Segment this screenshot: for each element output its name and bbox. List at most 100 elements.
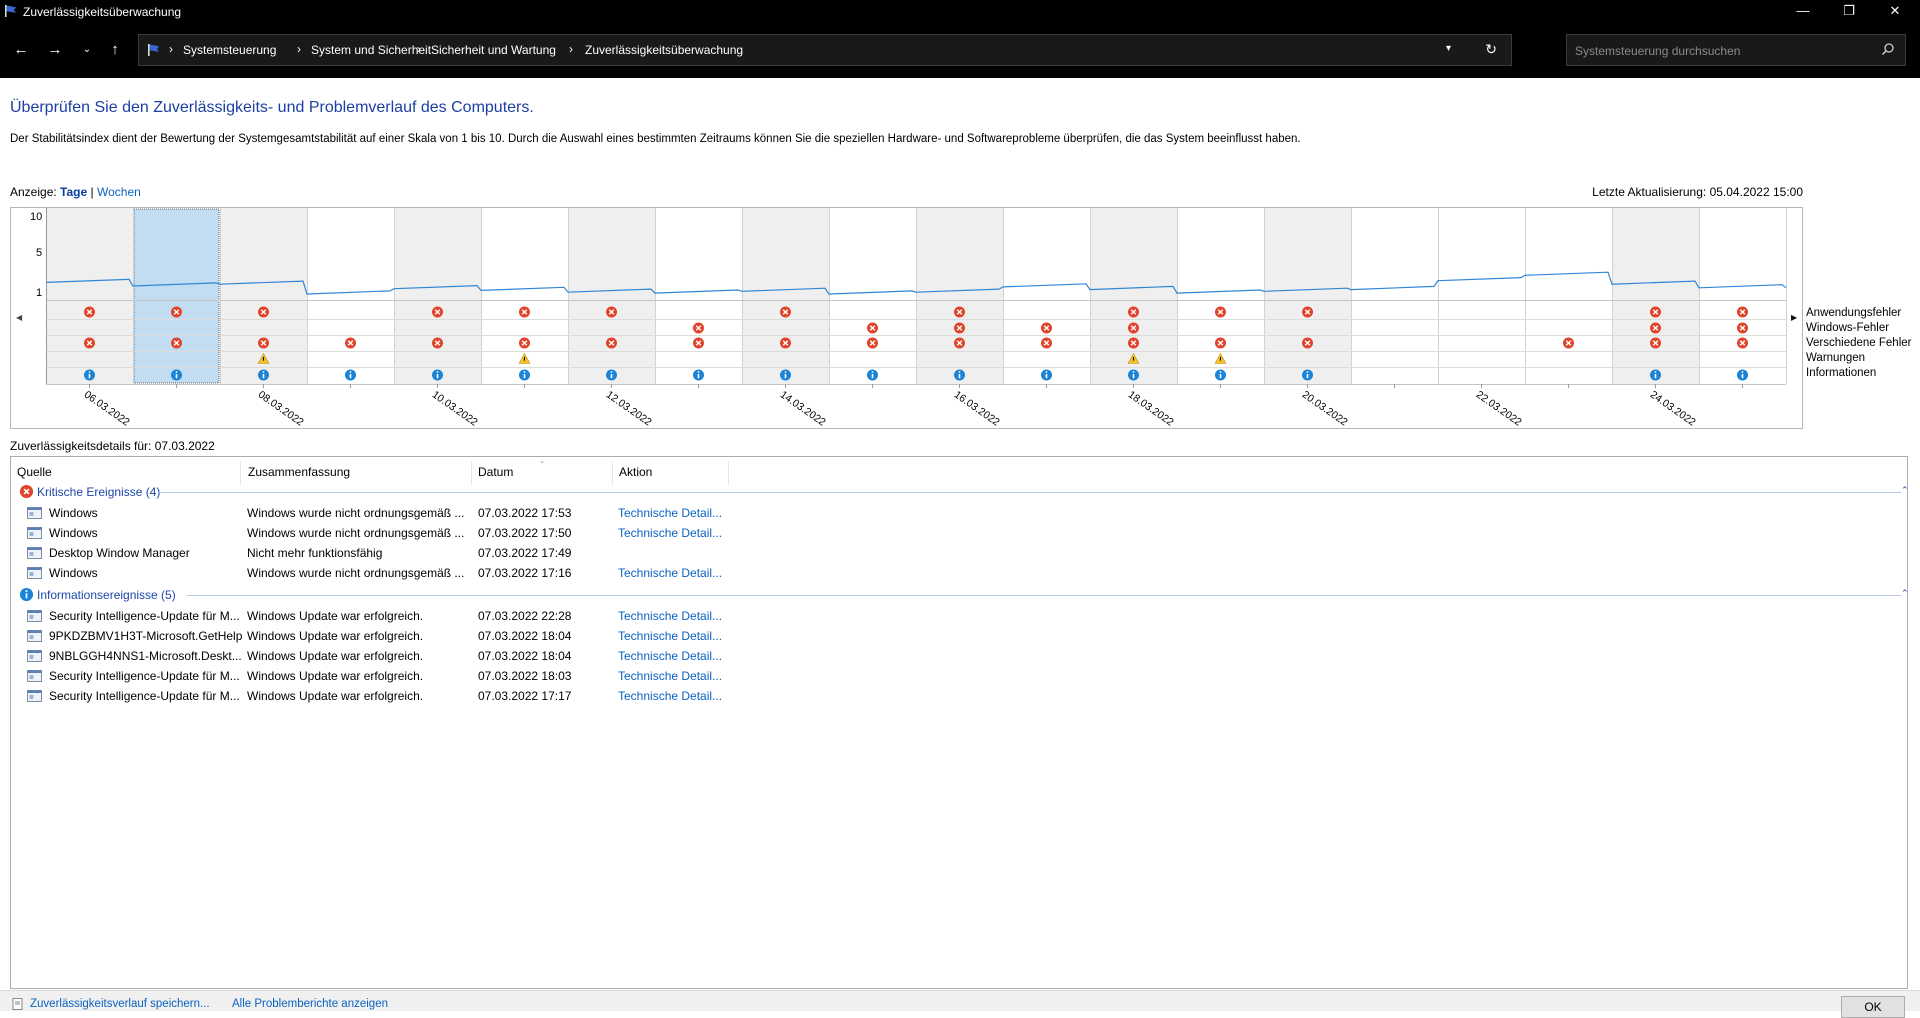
information-icon-dot — [262, 371, 265, 373]
technical-details-link[interactable]: Technische Detail... — [618, 689, 722, 703]
view-label: Anzeige: — [10, 185, 57, 199]
technical-details-link[interactable]: Technische Detail... — [618, 526, 722, 540]
information-icon-dot — [1132, 371, 1135, 373]
technical-details-link[interactable]: Technische Detail... — [618, 669, 722, 683]
group-label: Kritische Ereignisse (4) — [37, 485, 161, 499]
table-row[interactable]: Windows Windows wurde nicht ordnungsgemä… — [11, 503, 1891, 523]
summary-cell: Windows Update war erfolgreich. — [247, 689, 424, 703]
up-arrow-icon[interactable]: ↑ — [104, 40, 126, 60]
selected-day-column[interactable] — [133, 208, 220, 384]
information-icon-mark — [349, 374, 352, 379]
search-icon[interactable] — [1881, 42, 1895, 56]
information-icon-mark — [1306, 374, 1309, 379]
sort-indicator-icon: ⌄ — [539, 458, 545, 465]
back-arrow-icon[interactable]: ← — [10, 40, 32, 60]
information-icon-dot — [1045, 371, 1048, 373]
breadcrumb-zuverlaessigkeitsueberwachung[interactable]: Zuverlässigkeitsüberwachung — [585, 43, 743, 57]
summary-cell: Windows Update war erfolgreich. — [247, 669, 424, 683]
view-weeks-link[interactable]: Wochen — [97, 185, 141, 199]
table-row[interactable]: Windows Windows wurde nicht ordnungsgemä… — [11, 523, 1891, 543]
window-app-icon — [27, 650, 42, 662]
reliability-chart: 10 5 1 06.03.2022 08.03.2022 10.03.2022 12.03.… — [10, 206, 1803, 430]
save-document-icon — [12, 998, 23, 1010]
date-cell: 07.03.2022 17:16 — [478, 566, 572, 580]
ok-button[interactable]: OK — [1841, 996, 1905, 1018]
table-row[interactable]: Security Intelligence-Update für M... Wi… — [11, 686, 1891, 706]
control-panel-flag-icon — [5, 5, 16, 17]
source-cell: 9NBLGGH4NNS1-Microsoft.Deskt... — [49, 649, 242, 663]
group-label: Informationsereignisse (5) — [37, 588, 176, 602]
technical-details-link[interactable]: Technische Detail... — [618, 629, 722, 643]
information-icon-dot — [1741, 371, 1744, 373]
date-cell: 07.03.2022 17:17 — [478, 689, 572, 703]
information-icon-dot — [784, 371, 787, 373]
all-problem-reports-link[interactable]: Alle Problemberichte anzeigen — [232, 998, 388, 1010]
information-icon-dot — [1654, 371, 1657, 373]
y-axis-label: 10 — [30, 211, 42, 223]
summary-cell: Windows Update war erfolgreich. — [247, 629, 424, 643]
table-row[interactable]: Windows Windows wurde nicht ordnungsgemä… — [11, 563, 1891, 583]
technical-details-link[interactable]: Technische Detail... — [618, 506, 722, 520]
information-icon-mark — [523, 374, 526, 379]
table-row[interactable]: 9PKDZBMV1H3T-Microsoft.GetHelp Windows U… — [11, 626, 1891, 646]
address-bar[interactable]: › Systemsteuerung › System und Sicherhei… — [138, 34, 1512, 66]
maximize-button[interactable]: ❐ — [1826, 0, 1872, 24]
recent-dropdown-icon[interactable]: ⌄ — [76, 40, 98, 60]
table-row[interactable]: Security Intelligence-Update für M... Wi… — [11, 666, 1891, 686]
group-information-events[interactable]: Informationsereignisse (5) ⌃ — [19, 586, 1909, 604]
breadcrumb-systemsteuerung[interactable]: Systemsteuerung — [183, 43, 276, 57]
view-days-link[interactable]: Tage — [60, 185, 87, 199]
table-row[interactable]: Desktop Window Manager Nicht mehr funkti… — [11, 543, 1891, 563]
close-button[interactable]: ✕ — [1872, 0, 1918, 24]
source-cell: Windows — [49, 506, 98, 520]
technical-details-link[interactable]: Technische Detail... — [618, 649, 722, 663]
source-cell: Security Intelligence-Update für M... — [49, 689, 240, 703]
search-box[interactable]: Systemsteuerung durchsuchen — [1566, 34, 1906, 66]
breadcrumb-sicherheit-und-wartung[interactable]: Sicherheit und Wartung — [431, 43, 556, 57]
information-icon-mark — [1132, 374, 1135, 379]
collapse-caret-icon[interactable]: ⌃ — [1901, 588, 1909, 599]
information-icon — [19, 587, 34, 602]
minimize-button[interactable]: — — [1780, 0, 1826, 24]
date-cell: 07.03.2022 17:50 — [478, 526, 572, 540]
chart-column-shade — [742, 208, 829, 384]
information-icon-mark — [88, 374, 91, 379]
information-icon-mark — [1045, 374, 1048, 379]
summary-cell: Windows wurde nicht ordnungsgemäß ... — [247, 506, 465, 520]
group-critical-events[interactable]: Kritische Ereignisse (4) ⌃ — [19, 483, 1909, 501]
information-icon-dot — [958, 371, 961, 373]
information-icon-mark — [610, 374, 613, 379]
chart-column-shade — [916, 208, 1003, 384]
reliability-chart-svg[interactable]: 105106.03.2022 08.03.2022 10.03.2022 12.03.… — [10, 206, 1803, 430]
date-cell: 07.03.2022 18:03 — [478, 669, 572, 683]
control-panel-flag-icon — [148, 44, 159, 56]
address-dropdown-icon[interactable]: ▾ — [1446, 43, 1451, 54]
table-row[interactable]: 9NBLGGH4NNS1-Microsoft.Deskt... Windows … — [11, 646, 1891, 666]
scroll-right-arrow-icon[interactable]: ▶ — [1791, 313, 1797, 322]
collapse-caret-icon[interactable]: ⌃ — [1901, 485, 1909, 496]
column-header-summary[interactable]: Zusammenfassung — [242, 461, 472, 485]
view-selector: Anzeige: Tage | Wochen — [10, 185, 141, 199]
search-input[interactable]: Systemsteuerung durchsuchen — [1575, 44, 1740, 58]
details-table: Quelle Zusammenfassung Datum Aktion ⌄ Kr… — [10, 456, 1909, 989]
window-app-icon — [27, 547, 42, 559]
refresh-icon[interactable]: ↻ — [1485, 41, 1497, 58]
breadcrumb-system-und-sicherheit[interactable]: System und Sicherheit — [311, 43, 431, 57]
legend-warnings: Warnungen — [1806, 352, 1866, 364]
column-header-action[interactable]: Aktion — [613, 461, 729, 485]
source-cell: Windows — [49, 566, 98, 580]
summary-cell: Windows Update war erfolgreich. — [247, 649, 424, 663]
information-icon-mark — [1654, 374, 1657, 379]
information-icon-dot — [871, 371, 874, 373]
information-icon-mark — [871, 374, 874, 379]
save-history-link[interactable]: Zuverlässigkeitsverlauf speichern... — [30, 998, 210, 1010]
technical-details-link[interactable]: Technische Detail... — [618, 609, 722, 623]
forward-arrow-icon[interactable]: → — [44, 40, 66, 60]
page-title: Überprüfen Sie den Zuverlässigkeits- und… — [10, 99, 534, 116]
column-header-source[interactable]: Quelle — [11, 461, 241, 485]
scroll-left-arrow-icon[interactable]: ◀ — [16, 313, 22, 322]
technical-details-link[interactable]: Technische Detail... — [618, 566, 722, 580]
table-row[interactable]: Security Intelligence-Update für M... Wi… — [11, 606, 1891, 626]
information-icon-dot — [436, 371, 439, 373]
chart-column-shade — [568, 208, 655, 384]
